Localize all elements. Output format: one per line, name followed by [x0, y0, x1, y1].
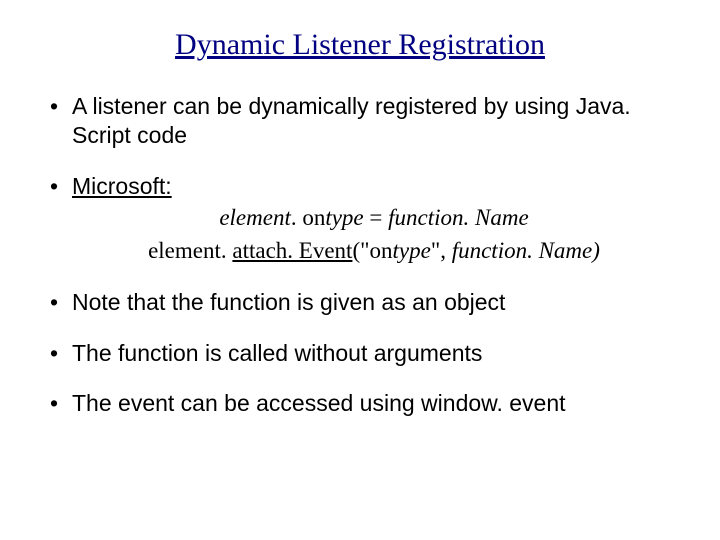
- code-fn: function. Name: [452, 238, 593, 263]
- code-type: type: [325, 205, 363, 230]
- code-line-1: element. ontype = function. Name: [72, 204, 676, 233]
- code-attach: attach. Event: [232, 238, 352, 263]
- code-element: element: [219, 205, 291, 230]
- bullet-item: Microsoft: element. ontype = function. N…: [44, 172, 676, 266]
- bullet-text: Note that the function is given as an ob…: [72, 289, 505, 315]
- code-line-2: element. attach. Event("ontype", functio…: [72, 237, 676, 266]
- slide-title: Dynamic Listener Registration: [44, 28, 676, 62]
- bullet-text: The event can be accessed using window. …: [72, 390, 566, 416]
- bullet-item: A listener can be dynamically registered…: [44, 92, 676, 150]
- bullet-item: Note that the function is given as an ob…: [44, 288, 676, 317]
- bullet-text: The function is called without arguments: [72, 340, 482, 366]
- code-dot-on: . on: [291, 205, 326, 230]
- code-open: ("on: [352, 238, 392, 263]
- code-type: type: [393, 238, 431, 263]
- code-fn: function. Name: [388, 205, 529, 230]
- bullet-list: A listener can be dynamically registered…: [44, 92, 676, 418]
- slide: Dynamic Listener Registration A listener…: [0, 0, 720, 460]
- bullet-item: The function is called without arguments: [44, 339, 676, 368]
- bullet-text: A listener can be dynamically registered…: [72, 93, 631, 148]
- code-mid: ",: [431, 238, 452, 263]
- code-element: element.: [148, 238, 232, 263]
- code-close: ): [592, 238, 600, 263]
- bullet-text: Microsoft:: [72, 173, 172, 199]
- bullet-item: The event can be accessed using window. …: [44, 389, 676, 418]
- code-eq: =: [364, 205, 388, 230]
